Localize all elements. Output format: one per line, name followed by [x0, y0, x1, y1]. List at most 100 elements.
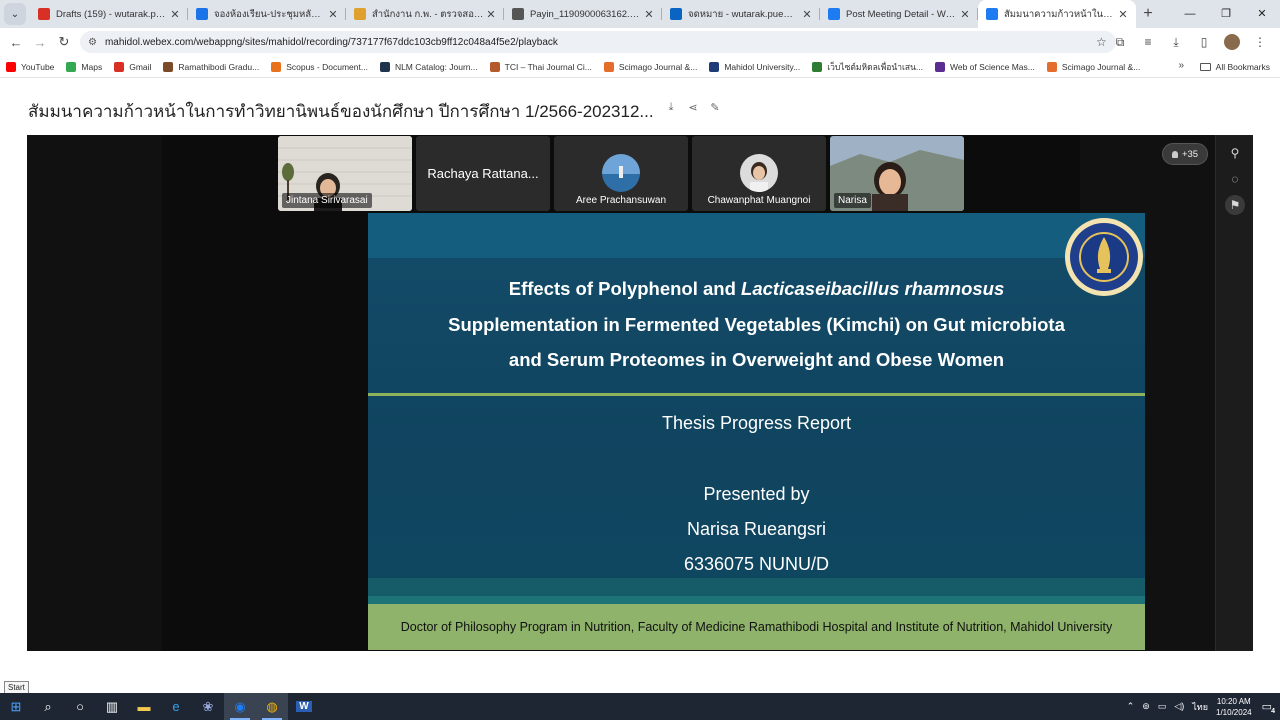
- bookmark-item[interactable]: Ramathibodi Gradu...: [163, 60, 259, 74]
- bookmark-item[interactable]: Scopus - Document...: [271, 60, 368, 74]
- edit-icon[interactable]: ✎: [704, 101, 726, 114]
- close-tab-icon[interactable]: ✕: [168, 8, 182, 21]
- folder-icon: [1199, 63, 1211, 71]
- bookmark-item[interactable]: Scimago Journal &...: [1046, 60, 1140, 74]
- close-tab-icon[interactable]: ✕: [326, 8, 340, 21]
- tab-title: Payin_1190900063162.pdf: [530, 8, 642, 20]
- bookmark-favicon-icon: [934, 61, 945, 72]
- bookmark-label: Mahidol University...: [724, 61, 801, 72]
- task-view-icon[interactable]: ▥: [96, 693, 128, 720]
- bookmark-item[interactable]: Scimago Journal &...: [603, 60, 697, 74]
- shared-slide: Effects of Polyphenol and Lacticaseibaci…: [368, 213, 1145, 650]
- bookmark-favicon-icon: [1046, 61, 1057, 72]
- app-icon[interactable]: ❀: [192, 693, 224, 720]
- cortana-icon[interactable]: ○: [64, 693, 96, 720]
- people-icon: [1171, 150, 1178, 158]
- windows-start-icon[interactable]: ⊞: [0, 693, 32, 720]
- search-icon[interactable]: ⌕: [32, 693, 64, 720]
- tab-title: สำนักงาน ก.พ. - ตรวจสอบสถานะ...: [372, 8, 484, 20]
- close-tab-icon[interactable]: ✕: [800, 8, 814, 21]
- clock[interactable]: 10:20 AM 1/10/2024: [1216, 696, 1252, 718]
- tab-search-button[interactable]: ⌄: [4, 3, 26, 25]
- close-tab-icon[interactable]: ✕: [958, 8, 972, 21]
- participant-name: Narisa: [834, 193, 871, 208]
- windows-taskbar: ⊞ ⌕ ○ ▥ ▬ e ❀ ◉ ◍ W ⌃ ⊚ ▭ ◁) ไทย 10:20 A…: [0, 693, 1280, 720]
- minimize-icon[interactable]: —: [1172, 0, 1208, 28]
- browser-tab[interactable]: Drafts (159) - wutarak.pue@m...✕: [30, 0, 188, 28]
- forward-button[interactable]: →: [28, 35, 52, 50]
- emblem-icon: [354, 8, 366, 20]
- share-icon[interactable]: ⋖: [682, 101, 704, 114]
- reload-button[interactable]: ↻: [52, 34, 76, 50]
- participant-tile: Chawanphat Muangnoi: [692, 136, 826, 211]
- browser-tab[interactable]: สำนักงาน ก.พ. - ตรวจสอบสถานะ...✕: [346, 0, 504, 28]
- bookmark-icon[interactable]: ⚑: [1225, 195, 1245, 215]
- bookmark-label: เว็บไซต์มหิดลเพื่อนำเสน...: [827, 61, 923, 72]
- bookmark-item[interactable]: NLM Catalog: Journ...: [379, 60, 478, 74]
- participant-name: Rachaya Rattana...: [427, 166, 539, 181]
- extensions-icon[interactable]: ⧉: [1106, 35, 1134, 50]
- download-icon[interactable]: ⤓: [660, 101, 682, 114]
- browser-tab[interactable]: จองห้องเรียน-ประชุมหลักสูตร ✕: [188, 0, 346, 28]
- restore-icon[interactable]: ❐: [1208, 0, 1244, 28]
- participant-count-button[interactable]: +35: [1162, 143, 1208, 165]
- tab-title: สัมมนาความก้าวหน้าในการทำวิ...: [1004, 8, 1116, 20]
- browser-tab[interactable]: จดหมาย - wutarak.pue@mahid...✕: [662, 0, 820, 28]
- media-controls-icon[interactable]: ≡: [1134, 35, 1162, 49]
- slide-divider: [368, 393, 1145, 396]
- word-icon[interactable]: W: [288, 693, 320, 720]
- show-hidden-icons-icon[interactable]: ⌃: [1127, 701, 1135, 712]
- menu-kebab-icon[interactable]: ⋮: [1246, 35, 1274, 49]
- close-window-icon[interactable]: ✕: [1244, 0, 1280, 28]
- toolbar-actions: ⧉ ≡ ⤓ ▯ ⋮: [1106, 28, 1274, 56]
- address-bar[interactable]: ⚙ mahidol.webex.com/webappng/sites/mahid…: [80, 31, 1116, 53]
- file-explorer-icon[interactable]: ▬: [128, 693, 160, 720]
- side-panel-icon[interactable]: ▯: [1190, 35, 1218, 49]
- clock-time: 10:20 AM: [1216, 696, 1251, 706]
- slide-title-species: Lacticaseibacillus rhamnosus: [741, 278, 1005, 299]
- close-tab-icon[interactable]: ✕: [1116, 8, 1130, 21]
- notifications-icon[interactable]: ▭ 4: [1262, 700, 1275, 715]
- downloads-icon[interactable]: ⤓: [1162, 35, 1190, 50]
- bookmark-favicon-icon: [6, 61, 16, 72]
- tab-title: Drafts (159) - wutarak.pue@m...: [56, 8, 168, 20]
- participants-icon[interactable]: ⚲: [1225, 143, 1245, 163]
- chrome-icon[interactable]: ◍: [256, 693, 288, 720]
- chat-icon[interactable]: ◌: [1225, 169, 1245, 189]
- edge-icon[interactable]: e: [160, 693, 192, 720]
- slide-footer: Doctor of Philosophy Program in Nutritio…: [368, 604, 1145, 650]
- language-indicator[interactable]: ไทย: [1192, 700, 1208, 714]
- bookmark-item[interactable]: เว็บไซต์มหิดลเพื่อนำเสน...: [812, 60, 923, 74]
- new-tab-button[interactable]: +: [1136, 5, 1160, 23]
- site-info-icon[interactable]: ⚙: [88, 37, 97, 48]
- bookmark-favicon-icon: [66, 61, 77, 72]
- webex-app-icon[interactable]: ◉: [224, 693, 256, 720]
- bookmark-item[interactable]: Web of Science Mas...: [934, 60, 1035, 74]
- bookmark-favicon-icon: [271, 61, 282, 72]
- close-tab-icon[interactable]: ✕: [484, 8, 498, 21]
- participant-name: Jintana Sirivarasai: [282, 193, 372, 208]
- browser-tab[interactable]: Payin_1190900063162.pdf ✕: [504, 0, 662, 28]
- bookmark-item[interactable]: TCI – Thai Journal Ci...: [489, 60, 592, 74]
- notification-count: 4: [1271, 708, 1275, 715]
- bookmark-item[interactable]: Gmail: [114, 60, 151, 74]
- bookmark-item[interactable]: Mahidol University...: [709, 60, 800, 74]
- slide-top-band: [368, 213, 1145, 258]
- display-icon[interactable]: ▭: [1158, 701, 1167, 712]
- close-tab-icon[interactable]: ✕: [642, 8, 656, 21]
- network-icon[interactable]: ⊚: [1142, 701, 1150, 712]
- bookmarks-overflow-icon[interactable]: »: [1178, 60, 1184, 71]
- bookmark-favicon-icon: [163, 61, 174, 72]
- video-player[interactable]: Jintana Sirivarasai Rachaya Rattana... A…: [27, 135, 1253, 651]
- all-bookmarks-button[interactable]: All Bookmarks: [1199, 56, 1270, 78]
- window-controls: — ❐ ✕: [1172, 0, 1280, 28]
- browser-tab[interactable]: สัมมนาความก้าวหน้าในการทำวิ...✕: [978, 0, 1136, 28]
- bookmark-item[interactable]: Maps: [66, 60, 102, 74]
- presenter-name: Narisa Rueangsri: [686, 519, 827, 539]
- bookmark-item[interactable]: YouTube: [6, 60, 54, 74]
- volume-icon[interactable]: ◁): [1174, 701, 1184, 712]
- browser-tab[interactable]: Post Meeting Detail - Webex ✕: [820, 0, 978, 28]
- slide-title-line3: and Serum Proteomes in Overweight and Ob…: [508, 349, 1005, 370]
- profile-avatar[interactable]: [1218, 34, 1246, 50]
- back-button[interactable]: ←: [4, 35, 28, 50]
